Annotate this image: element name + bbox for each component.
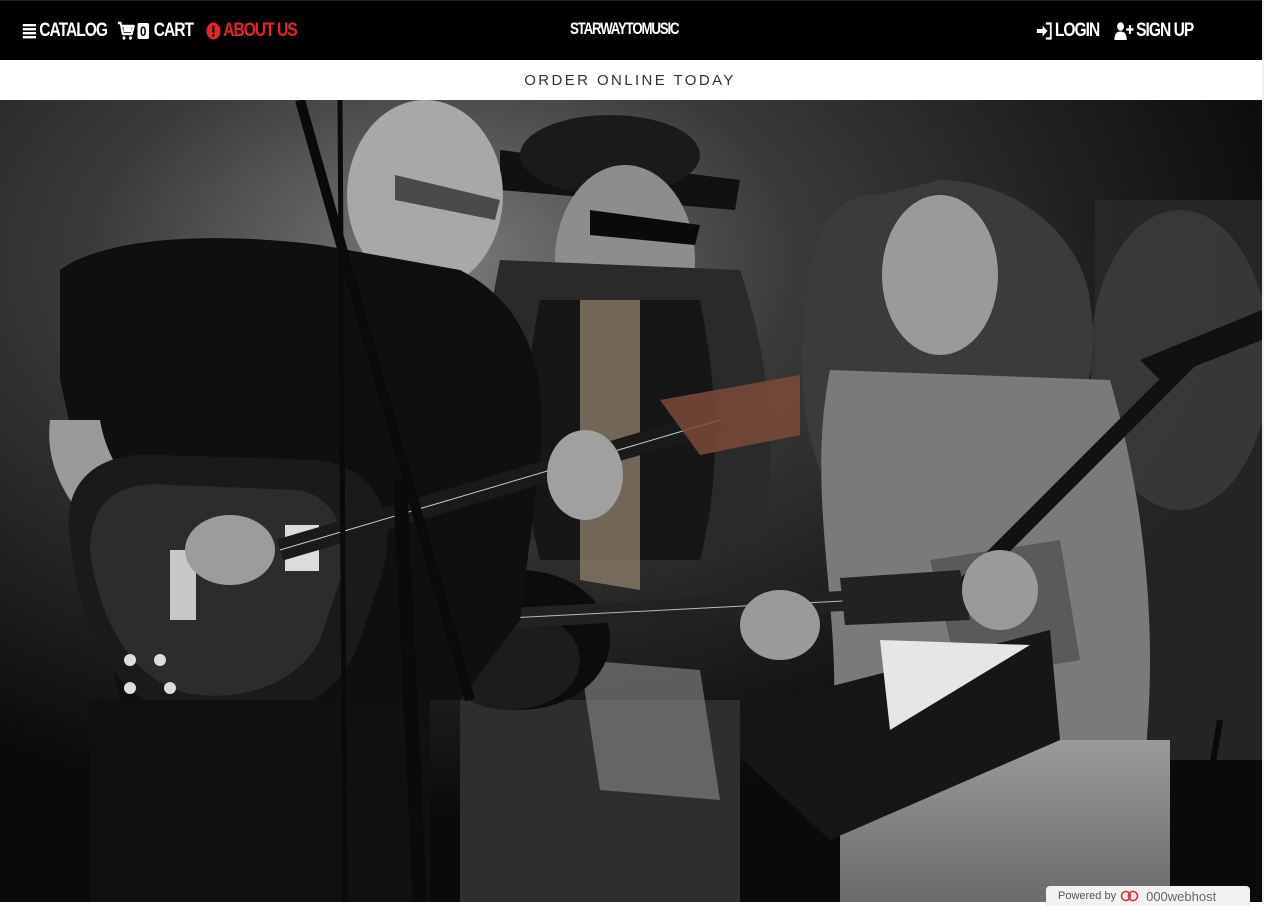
top-navbar: CATALOG 0 CART ABOUT US STARWAYTOMUSIC L… [0,0,1264,60]
webhost-brand-text: 000webhost [1146,888,1217,904]
hero-photo-guitarists [0,100,1262,902]
brand-logo-link[interactable]: STARWAYTOMUSIC [570,19,680,43]
cart-link[interactable]: 0 CART [117,18,194,44]
powered-by-text: Powered by [1058,890,1117,902]
powered-by-badge[interactable]: Powered by 000webhost [1046,886,1250,906]
login-link[interactable]: LOGIN [1036,18,1100,44]
hero-image [0,100,1262,902]
promo-banner: ORDER ONLINE TODAY [0,60,1264,100]
about-us-link[interactable]: ABOUT US [206,18,298,44]
catalog-label: CATALOG [39,20,108,41]
user-plus-icon [1114,22,1134,40]
signup-label: SIGN UP [1136,20,1194,41]
cart-icon [117,21,135,40]
webhost-logo-icon [1120,890,1139,902]
signup-link[interactable]: SIGN UP [1114,18,1194,44]
catalog-link[interactable]: CATALOG [22,18,108,44]
menu-icon [22,24,36,39]
promo-text: ORDER ONLINE TODAY [524,71,736,89]
cart-count-badge: 0 [137,23,149,39]
about-us-label: ABOUT US [223,20,297,41]
cart-label: CART [153,20,194,41]
login-icon [1036,22,1052,40]
info-circle-icon [206,22,221,40]
login-label: LOGIN [1054,20,1100,41]
